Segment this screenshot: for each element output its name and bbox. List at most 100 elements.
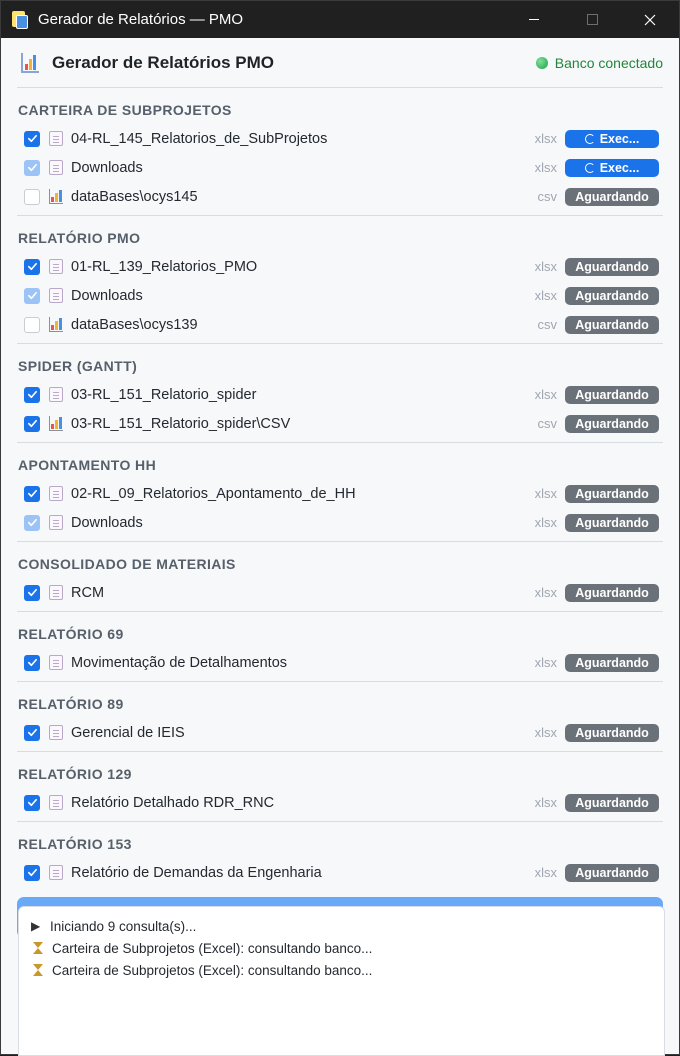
file-extension: xlsx: [534, 131, 557, 146]
report-item[interactable]: Downloads xlsx Exec...: [17, 153, 663, 182]
report-section: RELATÓRIO PMO 01-RL_139_Relatorios_PMO xls…: [17, 216, 663, 344]
item-label: Downloads: [71, 287, 143, 304]
item-checkbox: [24, 159, 40, 176]
section-title: CARTEIRA DE SUBPROJETOS: [18, 102, 232, 118]
item-label: Relatório de Demandas da Engenharia: [71, 864, 322, 881]
document-icon: [49, 585, 63, 600]
hourglass-icon: [33, 964, 43, 976]
bar-chart-icon: [21, 52, 39, 73]
item-label: Movimentação de Detalhamentos: [71, 654, 288, 671]
title-bar[interactable]: Gerador de Relatórios — PMO: [1, 1, 679, 38]
report-item[interactable]: Movimentação de Detalhamentos xlsx Aguarda…: [17, 648, 663, 677]
document-icon: [49, 865, 63, 880]
status-badge: Exec...: [565, 158, 659, 177]
status-badge: Aguardando: [565, 513, 659, 532]
document-icon: [49, 387, 63, 402]
log-line: ▶ Iniciando 9 consulta(s)...: [31, 915, 652, 937]
document-icon: [49, 655, 63, 670]
document-icon: [49, 795, 63, 810]
item-checkbox[interactable]: [24, 794, 40, 811]
item-label: dataBases\ocys139: [71, 316, 198, 333]
section-title: RELATÓRIO PMO: [18, 230, 141, 246]
status-text: Aguardando: [575, 486, 649, 501]
status-badge: Aguardando: [565, 653, 659, 672]
file-extension: xlsx: [534, 259, 557, 274]
report-section: RELATÓRIO 129 Relatório Detalhado RDR_RNC…: [17, 752, 663, 822]
document-icon: [49, 288, 63, 303]
file-extension: csv: [537, 416, 558, 431]
item-checkbox[interactable]: [24, 188, 40, 205]
app-window: Gerador de Relatórios — PMO Gerador de R…: [0, 0, 680, 1056]
status-badge: Aguardando: [565, 583, 659, 602]
file-extension: xlsx: [534, 160, 557, 175]
report-item[interactable]: 04-RL_145_Relatorios_de_SubProjetos xlsx E…: [17, 124, 663, 153]
item-checkbox[interactable]: [24, 864, 40, 881]
report-item[interactable]: Relatório Detalhado RDR_RNC xlsx Aguardand…: [17, 788, 663, 817]
report-item[interactable]: 02-RL_09_Relatorios_Apontamento_de_HH xls…: [17, 479, 663, 508]
report-section: APONTAMENTO HH 02-RL_09_Relatorios_Aponta…: [17, 443, 663, 542]
status-badge: Aguardando: [565, 187, 659, 206]
item-label: 04-RL_145_Relatorios_de_SubProjetos: [71, 130, 328, 147]
item-label: 02-RL_09_Relatorios_Apontamento_de_HH: [71, 485, 356, 502]
item-label: 03-RL_151_Relatorio_spider\CSV: [71, 415, 291, 432]
item-checkbox[interactable]: [24, 724, 40, 741]
item-label: Downloads: [71, 514, 143, 531]
item-checkbox[interactable]: [24, 258, 40, 275]
main-content: Gerador de Relatórios PMO Banco conectad…: [1, 38, 679, 891]
report-item[interactable]: RCM xlsx Aguardando: [17, 578, 663, 607]
report-item[interactable]: dataBases\ocys139 csv Aguardando: [17, 310, 663, 339]
file-extension: xlsx: [534, 585, 557, 600]
status-badge: Aguardando: [565, 315, 659, 334]
item-checkbox: [24, 514, 40, 531]
log-line: Carteira de Subprojetos (Excel): consult…: [31, 959, 652, 981]
file-extension: csv: [537, 317, 558, 332]
status-text: Aguardando: [575, 515, 649, 530]
minimize-icon: [529, 19, 539, 20]
item-checkbox[interactable]: [24, 386, 40, 403]
item-label: Gerencial de IEIS: [71, 724, 185, 741]
document-icon: [49, 725, 63, 740]
item-checkbox[interactable]: [24, 130, 40, 147]
status-text: Aguardando: [575, 585, 649, 600]
log-text: Iniciando 9 consulta(s)...: [50, 918, 197, 934]
report-item[interactable]: Relatório de Demandas da Engenharia xlsx A…: [17, 858, 663, 887]
status-badge: Exec...: [565, 129, 659, 148]
report-item[interactable]: dataBases\ocys145 csv Aguardando: [17, 182, 663, 211]
report-section: CARTEIRA DE SUBPROJETOS 04-RL_145_Relator…: [17, 88, 663, 216]
item-checkbox[interactable]: [24, 584, 40, 601]
close-button[interactable]: [621, 1, 679, 38]
item-checkbox[interactable]: [24, 415, 40, 432]
window-title: Gerador de Relatórios — PMO: [38, 11, 244, 28]
section-title: SPIDER (GANTT): [18, 358, 138, 374]
status-text: Aguardando: [575, 259, 649, 274]
report-item[interactable]: Gerencial de IEIS xlsx Aguardando: [17, 718, 663, 747]
maximize-icon: [586, 14, 598, 25]
document-icon: [49, 515, 63, 530]
section-title: APONTAMENTO HH: [18, 457, 157, 473]
log-panel[interactable]: ▶ Iniciando 9 consulta(s)... Carteira de S…: [18, 906, 665, 1056]
item-label: Downloads: [71, 159, 143, 176]
spinner-icon: [584, 133, 595, 144]
report-item[interactable]: 03-RL_151_Relatorio_spider\CSV csv Aguarda…: [17, 409, 663, 438]
item-label: Relatório Detalhado RDR_RNC: [71, 794, 275, 811]
status-badge: Aguardando: [565, 484, 659, 503]
report-item[interactable]: Downloads xlsx Aguardando: [17, 281, 663, 310]
section-title: RELATÓRIO 129: [18, 766, 132, 782]
item-checkbox[interactable]: [24, 316, 40, 333]
minimize-button[interactable]: [505, 1, 563, 38]
status-text: Exec...: [599, 160, 640, 175]
status-text: Aguardando: [575, 317, 649, 332]
item-checkbox[interactable]: [24, 485, 40, 502]
report-item[interactable]: 01-RL_139_Relatorios_PMO xlsx Aguardando: [17, 252, 663, 281]
report-item[interactable]: Downloads xlsx Aguardando: [17, 508, 663, 537]
section-title: RELATÓRIO 69: [18, 626, 124, 642]
app-header: Gerador de Relatórios PMO Banco conectad…: [17, 38, 663, 88]
file-extension: xlsx: [534, 795, 557, 810]
item-checkbox[interactable]: [24, 654, 40, 671]
file-extension: xlsx: [534, 725, 557, 740]
status-badge: Aguardando: [565, 286, 659, 305]
report-sections: CARTEIRA DE SUBPROJETOS 04-RL_145_Relator…: [17, 88, 663, 891]
status-badge: Aguardando: [565, 414, 659, 433]
log-text: Carteira de Subprojetos (Excel): consult…: [52, 940, 373, 956]
report-item[interactable]: 03-RL_151_Relatorio_spider xlsx Aguardando: [17, 380, 663, 409]
